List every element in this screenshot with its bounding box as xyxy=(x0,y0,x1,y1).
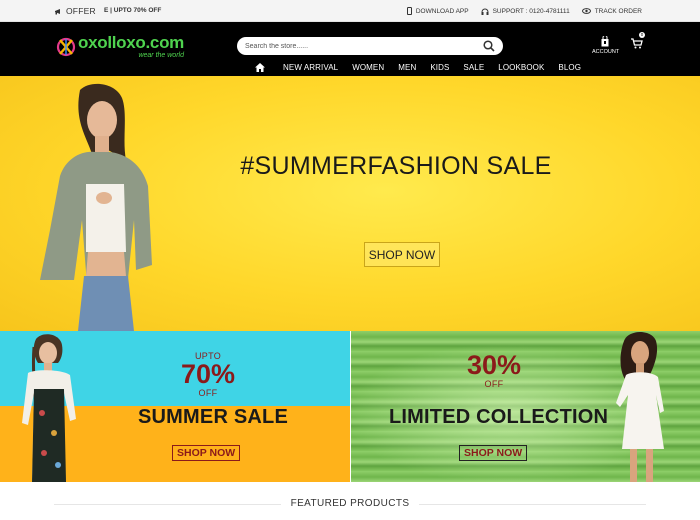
nav-blog[interactable]: BLOG xyxy=(558,63,581,72)
hero-banner[interactable]: #SUMMERFASHION SALE SHOP NOW xyxy=(0,76,700,331)
support-label: SUPPORT : 0120-4781111 xyxy=(492,7,570,15)
download-app-label: DOWNLOAD APP xyxy=(415,7,469,15)
cart-icon xyxy=(631,38,643,49)
account-button[interactable]: ACCOUNT xyxy=(592,35,620,55)
offer-link[interactable]: OFFER xyxy=(54,6,96,16)
utility-links: DOWNLOAD APP SUPPORT : 0120-4781111 TRAC… xyxy=(406,7,642,15)
limited-collection-model-image xyxy=(616,332,664,482)
nav-men[interactable]: MEN xyxy=(398,63,416,72)
site-header: oxolloxo.com wear the world ACCOUNT 0 NE… xyxy=(0,22,700,76)
limited-collection-discount: 30% OFF xyxy=(454,350,534,390)
featured-products-section: FEATURED PRODUCTS xyxy=(0,482,700,520)
offer-label: OFFER xyxy=(66,6,96,16)
summer-sale-model-image xyxy=(22,334,76,482)
hero-title-text: #SUMMERFASHION SALE xyxy=(240,152,552,180)
phone-icon xyxy=(406,7,412,15)
home-icon[interactable] xyxy=(255,63,265,72)
headset-icon xyxy=(481,8,489,15)
limited-collection-banner[interactable]: 30% OFF LIMITED COLLECTION SHOP NOW xyxy=(351,331,700,482)
summer-sale-title: SUMMER SALE xyxy=(138,406,288,428)
account-icon xyxy=(601,35,609,47)
featured-products-label: FEATURED PRODUCTS xyxy=(280,498,420,509)
support-link[interactable]: SUPPORT : 0120-4781111 xyxy=(481,8,570,15)
cart-button[interactable]: 0 xyxy=(631,32,645,50)
limited-collection-percent: 30% xyxy=(466,350,522,380)
main-nav: NEW ARRIVAL WOMEN MEN KIDS SALE LOOKBOOK… xyxy=(255,63,595,72)
limited-collection-shop-now-button[interactable]: SHOP NOW xyxy=(459,445,528,461)
eye-icon xyxy=(581,8,591,14)
search-input[interactable] xyxy=(245,42,483,50)
offer-icon xyxy=(55,8,60,14)
logo-tagline: wear the world xyxy=(138,52,184,59)
summer-sale-off-label: OFF xyxy=(198,388,218,398)
nav-women[interactable]: WOMEN xyxy=(352,63,384,72)
track-order-label: TRACK ORDER xyxy=(594,7,642,15)
summer-sale-percent: 70% xyxy=(180,359,236,389)
nav-lookbook[interactable]: LOOKBOOK xyxy=(498,63,544,72)
featured-products-heading: FEATURED PRODUCTS xyxy=(0,498,700,509)
limited-collection-off-label: OFF xyxy=(484,379,504,389)
search-icon[interactable] xyxy=(483,40,495,52)
nav-sale[interactable]: SALE xyxy=(463,63,484,72)
summer-sale-shop-now-button[interactable]: SHOP NOW xyxy=(172,445,241,461)
limited-collection-title: LIMITED COLLECTION xyxy=(389,406,609,428)
hero-title: #SUMMERFASHION SALE xyxy=(0,152,700,281)
summer-sale-discount: UPTO 70% OFF xyxy=(168,351,248,398)
nav-kids[interactable]: KIDS xyxy=(430,63,449,72)
download-app-link[interactable]: DOWNLOAD APP xyxy=(406,7,469,15)
top-utility-bar: OFFER E | UPTO 70% OFF DOWNLOAD APP SUPP… xyxy=(0,0,700,22)
logo-text: oxolloxo.com xyxy=(78,33,184,52)
hero-shop-now-button[interactable]: SHOP NOW xyxy=(364,242,440,267)
summer-sale-banner[interactable]: UPTO 70% OFF SUMMER SALE SHOP NOW xyxy=(0,331,350,482)
search-bar xyxy=(237,37,503,55)
logo-mark-icon xyxy=(56,37,76,56)
account-label: ACCOUNT xyxy=(592,49,620,55)
hero-model-image xyxy=(40,83,152,331)
promo-text: E | UPTO 70% OFF xyxy=(104,7,162,14)
cart-count-badge: 0 xyxy=(639,32,645,38)
site-logo[interactable]: oxolloxo.com wear the world xyxy=(56,34,184,59)
nav-new-arrival[interactable]: NEW ARRIVAL xyxy=(283,63,338,72)
track-order-link[interactable]: TRACK ORDER xyxy=(581,7,642,15)
